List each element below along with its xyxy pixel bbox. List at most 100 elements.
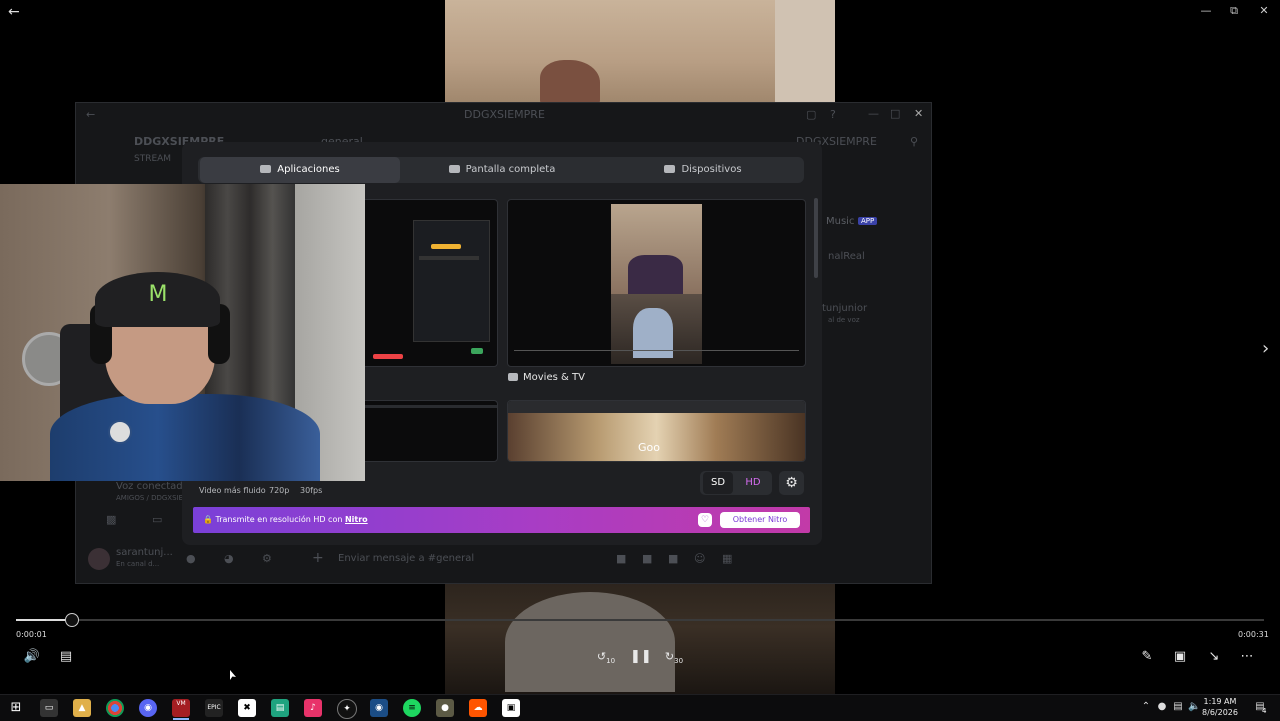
member-sub: al de voz xyxy=(828,316,860,324)
subtitles-icon[interactable]: ▤ xyxy=(56,648,76,666)
apps-tab-icon xyxy=(260,165,272,173)
discord-search-icon[interactable]: ⚲ xyxy=(910,135,918,148)
file-explorer-icon[interactable]: ▲ xyxy=(73,699,91,717)
lock-icon: 🔒 xyxy=(203,515,213,524)
mic-icon[interactable]: ● xyxy=(186,552,196,565)
stream-settings-icon[interactable]: ⚙ xyxy=(779,471,804,495)
task-view-icon[interactable]: ▭ xyxy=(40,699,58,717)
apps-icon[interactable]: ▦ xyxy=(722,552,732,565)
camera-icon xyxy=(664,165,676,173)
discord-icon[interactable]: ◉ xyxy=(139,699,157,717)
speaker-icon[interactable]: 🔈 xyxy=(1188,701,1200,713)
user-name: sarantunj... xyxy=(116,547,173,558)
close-icon[interactable]: ✕ xyxy=(1256,4,1272,20)
terminal-icon[interactable]: ▤ xyxy=(271,699,289,717)
resolution-text: 720p xyxy=(269,486,290,495)
discord-back-icon[interactable]: ← xyxy=(86,108,95,121)
music-label: Music xyxy=(826,216,855,227)
app-thumbnail-browser[interactable]: Goo xyxy=(507,400,806,462)
heart-icon[interactable]: ♡ xyxy=(698,513,712,527)
clock-time: 1:19 AM xyxy=(1203,697,1237,706)
epic-games-icon[interactable]: EPIC xyxy=(205,699,223,717)
tab-pantalla-completa[interactable]: Pantalla completa xyxy=(402,157,602,183)
inbox-icon[interactable]: ▢ xyxy=(806,108,816,121)
emoji-icon[interactable]: ☺ xyxy=(694,552,705,565)
mini-player-icon[interactable]: ▣ xyxy=(1170,648,1190,666)
camera-off-icon[interactable]: ▩ xyxy=(106,513,116,526)
avatar[interactable] xyxy=(88,548,110,570)
minimize-icon[interactable]: — xyxy=(1198,4,1214,20)
stream-label: STREAM xyxy=(134,154,172,164)
restore-icon[interactable]: ⧉ xyxy=(1226,4,1242,20)
discord-maximize-icon[interactable]: □ xyxy=(890,107,900,120)
discord-close-icon[interactable]: ✕ xyxy=(914,107,923,120)
discord-window-title: DDGXSIEMPRE xyxy=(464,108,545,121)
user-status: En canal d... xyxy=(116,560,160,568)
fps-text: 30fps xyxy=(300,486,323,495)
screen-share-icon[interactable]: ▭ xyxy=(152,513,162,526)
video-frame-bottom xyxy=(445,582,835,694)
seek-progress xyxy=(16,619,71,621)
volume-icon[interactable]: 🔊 xyxy=(22,648,42,666)
back-arrow-icon[interactable]: ← xyxy=(8,4,24,20)
app-thumbnail-movies-tv[interactable] xyxy=(507,199,806,367)
exit-fullscreen-icon[interactable]: ↘ xyxy=(1204,648,1224,666)
video-frame-top xyxy=(445,0,835,103)
skip-back-button[interactable]: ↺10 xyxy=(596,648,616,666)
skip-forward-button[interactable]: ↻30 xyxy=(664,648,684,666)
seek-track[interactable] xyxy=(16,619,1264,621)
get-nitro-button[interactable]: Obtener Nitro xyxy=(720,512,800,528)
sticker-icon[interactable]: ■ xyxy=(668,552,678,565)
start-windows-icon[interactable]: ⊞ xyxy=(7,699,25,717)
gif-icon[interactable]: ■ xyxy=(642,552,652,565)
attach-plus-icon[interactable]: + xyxy=(312,550,324,566)
more-options-icon[interactable]: ⋯ xyxy=(1237,648,1257,666)
taskbar: ⊞ ▭ ▲ ◉ VM EPIC ✖ ▤ ♪ ✦ ◉ ≡ ● ☁ ▣ ⌃ ● ▤ … xyxy=(0,694,1280,721)
message-input[interactable]: Enviar mensaje a #general xyxy=(338,553,474,564)
microphone-icon[interactable]: ● xyxy=(1156,701,1168,713)
user-settings-icon[interactable]: ⚙ xyxy=(262,552,272,565)
nitro-link[interactable]: Nitro xyxy=(345,515,368,524)
monitor-icon xyxy=(448,165,460,173)
next-chevron-icon[interactable]: › xyxy=(1262,338,1269,359)
app-icon xyxy=(508,373,518,381)
tray-overflow-icon[interactable]: ⌃ xyxy=(1140,701,1152,713)
gift-icon[interactable]: ■ xyxy=(616,552,626,565)
clock-date: 8/6/2026 xyxy=(1202,708,1238,717)
thumbnail-scrollbar[interactable] xyxy=(814,198,818,278)
pause-button[interactable]: ❚❚ xyxy=(630,648,652,666)
tab-dispositivos[interactable]: Dispositivos xyxy=(604,157,802,183)
voice-status: Voz conectada xyxy=(116,481,189,492)
network-icon[interactable]: ▤ xyxy=(1172,701,1184,713)
notification-count: 4 xyxy=(1262,707,1267,715)
hd-button[interactable]: HD xyxy=(738,472,768,494)
capcut-icon[interactable]: ✖ xyxy=(238,699,256,717)
clapperboard-icon[interactable]: ▣ xyxy=(502,699,520,717)
chatgpt-icon[interactable]: ✦ xyxy=(337,699,357,719)
current-time: 0:00:01 xyxy=(16,630,47,639)
steam-icon[interactable]: ◉ xyxy=(370,699,388,717)
mouse-cursor xyxy=(230,670,236,680)
chrome-icon[interactable] xyxy=(106,699,124,717)
headset-icon[interactable]: ◕ xyxy=(224,552,234,565)
total-time: 0:00:31 xyxy=(1238,630,1269,639)
clock[interactable]: 1:19 AM 8/6/2026 xyxy=(1200,696,1240,718)
webcam-feed: M xyxy=(0,184,365,481)
edit-pencil-icon[interactable]: ✎ xyxy=(1137,648,1157,666)
help-icon[interactable]: ? xyxy=(830,108,836,121)
discord-minimize-icon[interactable]: — xyxy=(868,107,879,120)
nitro-banner-text: 🔒 Transmite en resolución HD con Nitro xyxy=(203,515,368,524)
gimp-icon[interactable]: ● xyxy=(436,699,454,717)
app-badge: APP xyxy=(858,217,878,225)
spotify-icon[interactable]: ≡ xyxy=(403,699,421,717)
nitro-banner: 🔒 Transmite en resolución HD con Nitro ♡… xyxy=(193,507,810,533)
member-item-2[interactable]: tunjunior xyxy=(822,303,867,314)
source-tabs: Aplicaciones Pantalla completa Dispositi… xyxy=(198,157,804,183)
soundcloud-icon[interactable]: ☁ xyxy=(469,699,487,717)
sd-button[interactable]: SD xyxy=(703,472,733,494)
voicemeeter-icon[interactable]: VM xyxy=(172,699,190,717)
tab-aplicaciones[interactable]: Aplicaciones xyxy=(200,157,400,183)
tiktok-icon[interactable]: ♪ xyxy=(304,699,322,717)
seek-handle[interactable] xyxy=(65,613,79,627)
member-item-1[interactable]: nalReal xyxy=(828,251,865,262)
